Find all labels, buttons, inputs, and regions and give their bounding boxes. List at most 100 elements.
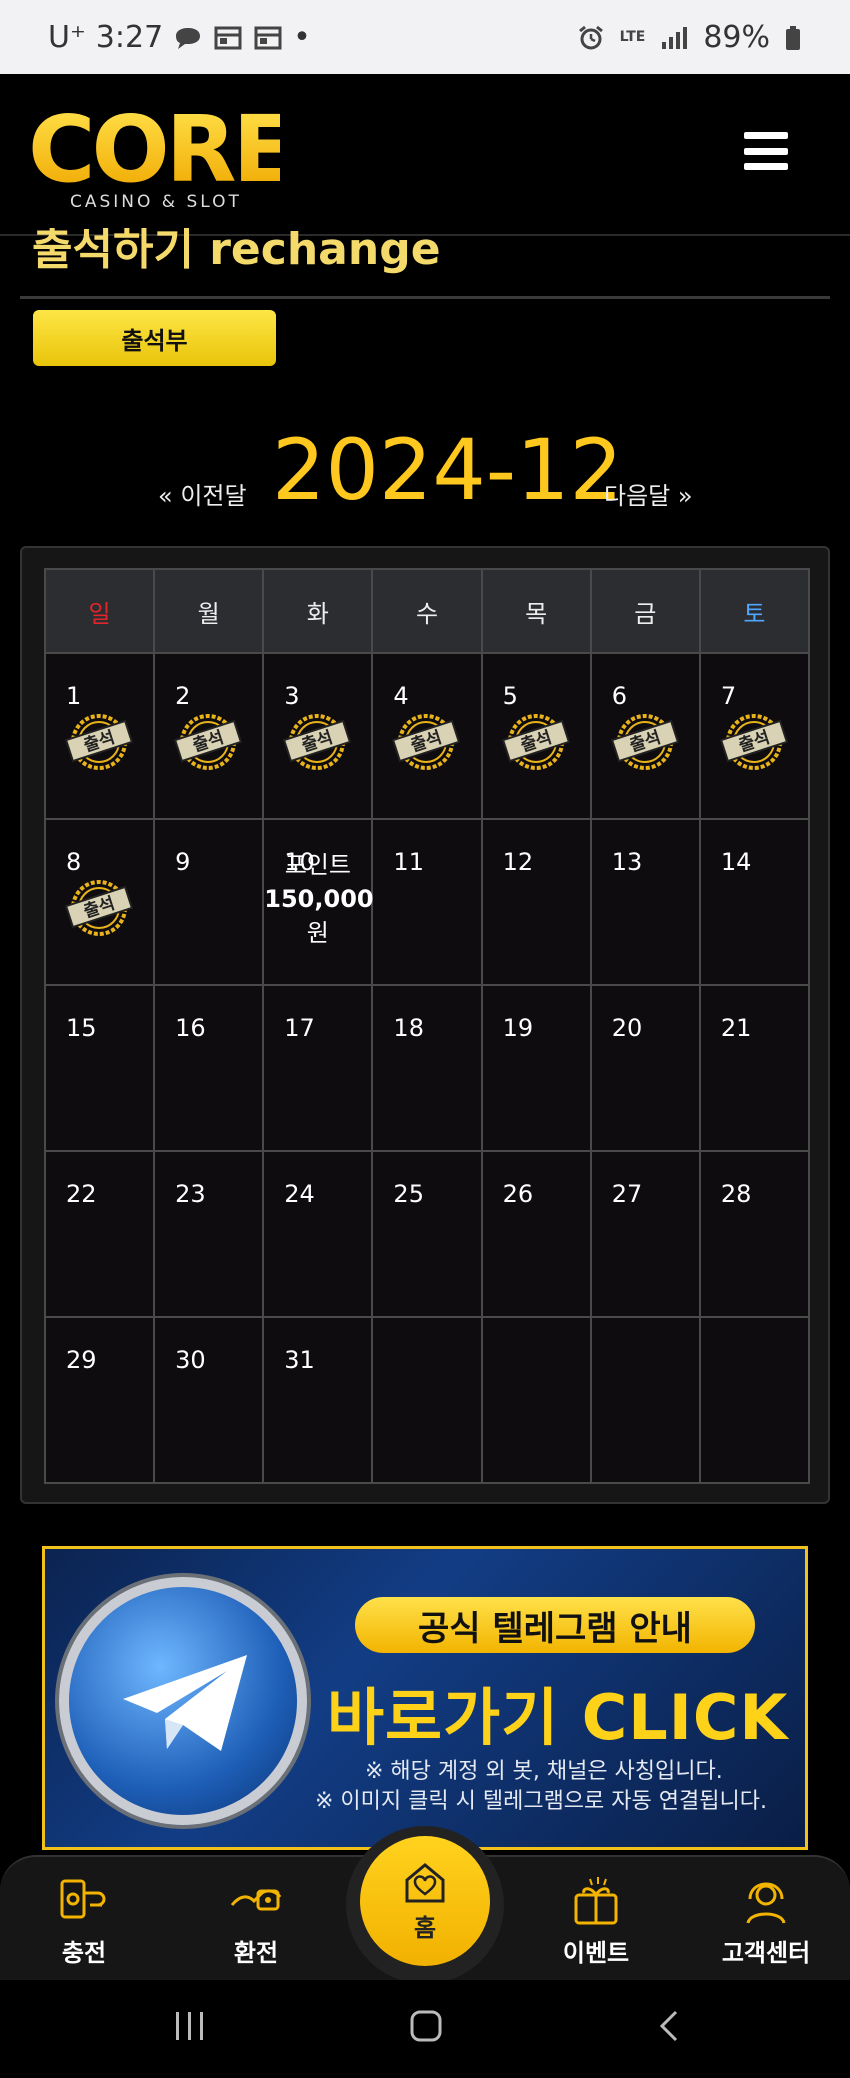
weekday-header-row: 일 월 화 수 목 금 토 xyxy=(43,568,811,654)
attendance-book-button[interactable]: 출석부 xyxy=(33,310,276,366)
day-number: 13 xyxy=(611,848,643,876)
day-number: 30 xyxy=(175,1346,206,1374)
attendance-stamp-icon: 출석 xyxy=(169,710,247,772)
reward-label: 포인트 xyxy=(284,851,351,879)
calendar-day-cell[interactable]: 23 xyxy=(153,1150,265,1318)
nav-event[interactable]: 이벤트 xyxy=(536,1875,656,1968)
calendar-empty-cell xyxy=(589,1316,701,1484)
attendance-stamp-icon: 출석 xyxy=(278,710,356,772)
nav-event-label: 이벤트 xyxy=(562,1939,630,1967)
calendar-day-cell[interactable]: 21 xyxy=(698,984,811,1152)
deposit-icon xyxy=(60,1879,106,1919)
home-system-icon[interactable] xyxy=(408,2008,444,2054)
day-number: 25 xyxy=(393,1180,424,1208)
calendar-day-cell[interactable]: 12 xyxy=(480,818,592,986)
day-number: 9 xyxy=(175,848,191,876)
calendar-week-row: 29 30 31 xyxy=(43,1316,811,1484)
calendar-day-cell[interactable]: 11 xyxy=(371,818,483,986)
calendar-day-cell[interactable]: 3 출석 xyxy=(262,652,374,820)
reward-unit: 원 xyxy=(306,919,329,947)
recent-apps-icon[interactable] xyxy=(172,2008,208,2054)
calendar-day-cell[interactable]: 9 xyxy=(153,818,265,986)
day-number: 21 xyxy=(720,1014,752,1042)
calendar-day-cell[interactable]: 13 xyxy=(589,818,701,986)
paper-plane-icon xyxy=(123,1655,247,1751)
gift-icon xyxy=(574,1877,618,1925)
page-title: 출석하기 rechange xyxy=(32,228,441,275)
calendar-day-cell[interactable]: 28 xyxy=(698,1150,811,1318)
calendar-day-cell[interactable]: 4 출석 xyxy=(371,652,483,820)
calendar-week-row: 15 16 17 18 19 20 21 xyxy=(43,984,811,1152)
svg-text:출석: 출석 xyxy=(627,728,663,757)
next-month-label: 다음달 xyxy=(604,482,671,510)
calendar-day-cell[interactable]: 5 출석 xyxy=(480,652,592,820)
day-number: 2 xyxy=(175,682,191,710)
title-divider xyxy=(20,296,830,299)
month-navigation: « 이전달 2024-12 다음달 » xyxy=(0,420,850,520)
day-number: 12 xyxy=(502,848,534,876)
nav-exchange-label: 환전 xyxy=(233,1939,279,1967)
svg-text:출석: 출석 xyxy=(81,728,117,757)
day-number: 16 xyxy=(175,1014,206,1042)
point-reward: 포인트 150,000 원 xyxy=(264,848,373,950)
calendar-icon xyxy=(253,24,283,50)
calendar-day-cell[interactable]: 16 xyxy=(153,984,265,1152)
weekday-sat: 토 xyxy=(698,568,811,654)
telegram-cta: 바로가기 CLICK xyxy=(327,1681,789,1754)
nav-charge[interactable]: 충전 xyxy=(24,1875,144,1968)
clock: 3:27 xyxy=(95,19,164,55)
day-number: 1 xyxy=(66,682,82,710)
calendar-day-cell[interactable]: 18 xyxy=(371,984,483,1152)
carrier-label: U⁺ xyxy=(48,19,86,55)
day-number: 19 xyxy=(502,1014,534,1042)
calendar-day-cell[interactable]: 31 xyxy=(262,1316,374,1484)
calendar-day-cell[interactable]: 8 출석 xyxy=(43,818,156,986)
calendar-icon xyxy=(213,24,243,50)
logo-wordmark: CORE xyxy=(28,96,295,203)
prev-month-link[interactable]: « 이전달 xyxy=(158,476,247,511)
chat-bubble-icon xyxy=(173,24,203,50)
nav-home-button[interactable]: 홈 xyxy=(360,1836,490,1966)
logo[interactable]: CORE CASINO & SLOT xyxy=(28,96,295,224)
calendar-day-cell[interactable]: 27 xyxy=(589,1150,701,1318)
nav-support-label: 고객센터 xyxy=(721,1939,811,1967)
day-number: 28 xyxy=(720,1180,752,1208)
calendar-day-cell[interactable]: 24 xyxy=(262,1150,374,1318)
nav-support[interactable]: 고객센터 xyxy=(706,1875,826,1968)
day-number: 4 xyxy=(393,682,409,710)
calendar-empty-cell xyxy=(480,1316,592,1484)
back-icon[interactable] xyxy=(652,2008,688,2054)
attendance-stamp-icon: 출석 xyxy=(497,710,575,772)
nav-exchange[interactable]: 환전 xyxy=(196,1875,316,1968)
calendar-week-row: 22 23 24 25 26 27 28 xyxy=(43,1150,811,1318)
calendar-day-cell[interactable]: 2 출석 xyxy=(153,652,265,820)
telegram-banner[interactable]: 공식 텔레그램 안내 바로가기 CLICK ※ 해당 계정 외 봇, 채널은 사… xyxy=(42,1546,808,1850)
calendar-day-cell[interactable]: 17 xyxy=(262,984,374,1152)
calendar-day-cell[interactable]: 6 출석 xyxy=(589,652,701,820)
svg-text:출석: 출석 xyxy=(409,728,445,757)
calendar-day-cell[interactable]: 15 xyxy=(43,984,156,1152)
day-number: 5 xyxy=(502,682,518,710)
day-number: 8 xyxy=(66,848,82,876)
calendar-day-cell[interactable]: 7 출석 xyxy=(698,652,811,820)
day-number: 29 xyxy=(66,1346,97,1374)
day-number: 7 xyxy=(720,682,737,710)
calendar-day-cell[interactable]: 29 xyxy=(43,1316,156,1484)
calendar-day-cell[interactable]: 26 xyxy=(480,1150,592,1318)
calendar-day-cell[interactable]: 20 xyxy=(589,984,701,1152)
day-number: 24 xyxy=(284,1180,315,1208)
calendar-day-cell[interactable]: 19 xyxy=(480,984,592,1152)
attendance-stamp-icon: 출석 xyxy=(715,710,793,772)
calendar-day-cell[interactable]: 22 xyxy=(43,1150,156,1318)
telegram-note-2: ※ 이미지 클릭 시 텔레그램으로 자동 연결됩니다. xyxy=(315,1789,767,1814)
calendar-day-cell[interactable]: 30 xyxy=(153,1316,265,1484)
day-number: 26 xyxy=(502,1180,534,1208)
day-number: 14 xyxy=(720,848,752,876)
calendar-day-cell[interactable]: 10 포인트 150,000 원 xyxy=(262,818,374,986)
menu-icon[interactable] xyxy=(744,132,788,170)
battery-percent: 89% xyxy=(703,19,770,55)
next-month-link[interactable]: 다음달 » xyxy=(604,476,693,511)
calendar-day-cell[interactable]: 25 xyxy=(371,1150,483,1318)
calendar-day-cell[interactable]: 1 출석 xyxy=(43,652,156,820)
calendar-day-cell[interactable]: 14 xyxy=(698,818,811,986)
